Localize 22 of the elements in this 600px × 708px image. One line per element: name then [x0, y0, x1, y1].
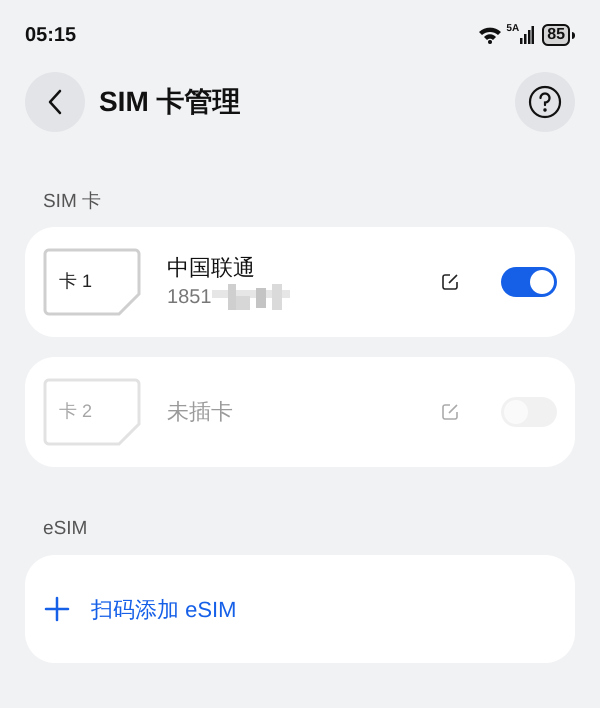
- plus-icon: [43, 595, 71, 623]
- sim-toggle[interactable]: [501, 266, 557, 296]
- carrier-name: 未插卡: [167, 398, 234, 426]
- status-time: 05:15: [25, 23, 76, 48]
- back-icon: [47, 89, 63, 115]
- section-label: eSIM: [43, 518, 88, 538]
- sim-slot-label: 卡 1: [59, 270, 92, 292]
- pixel-mosaic-icon: [212, 284, 290, 310]
- signal-icon: [520, 26, 534, 44]
- carrier-name: 中国联通: [167, 254, 256, 282]
- add-esim-button[interactable]: 扫码添加 eSIM: [25, 555, 575, 663]
- sim-slot-label: 卡 2: [59, 400, 92, 422]
- network-type: 5A: [506, 24, 520, 34]
- phone-number: 1851: [167, 284, 212, 310]
- sim-card-icon: [43, 248, 141, 316]
- help-icon: [528, 85, 562, 119]
- sim-card-icon: [43, 378, 141, 446]
- battery-tip-icon: [572, 32, 575, 38]
- battery-level: 85: [542, 24, 570, 46]
- page-title: SIM 卡管理: [99, 85, 241, 119]
- wifi-icon: [478, 26, 502, 44]
- section-label: SIM 卡: [43, 191, 102, 212]
